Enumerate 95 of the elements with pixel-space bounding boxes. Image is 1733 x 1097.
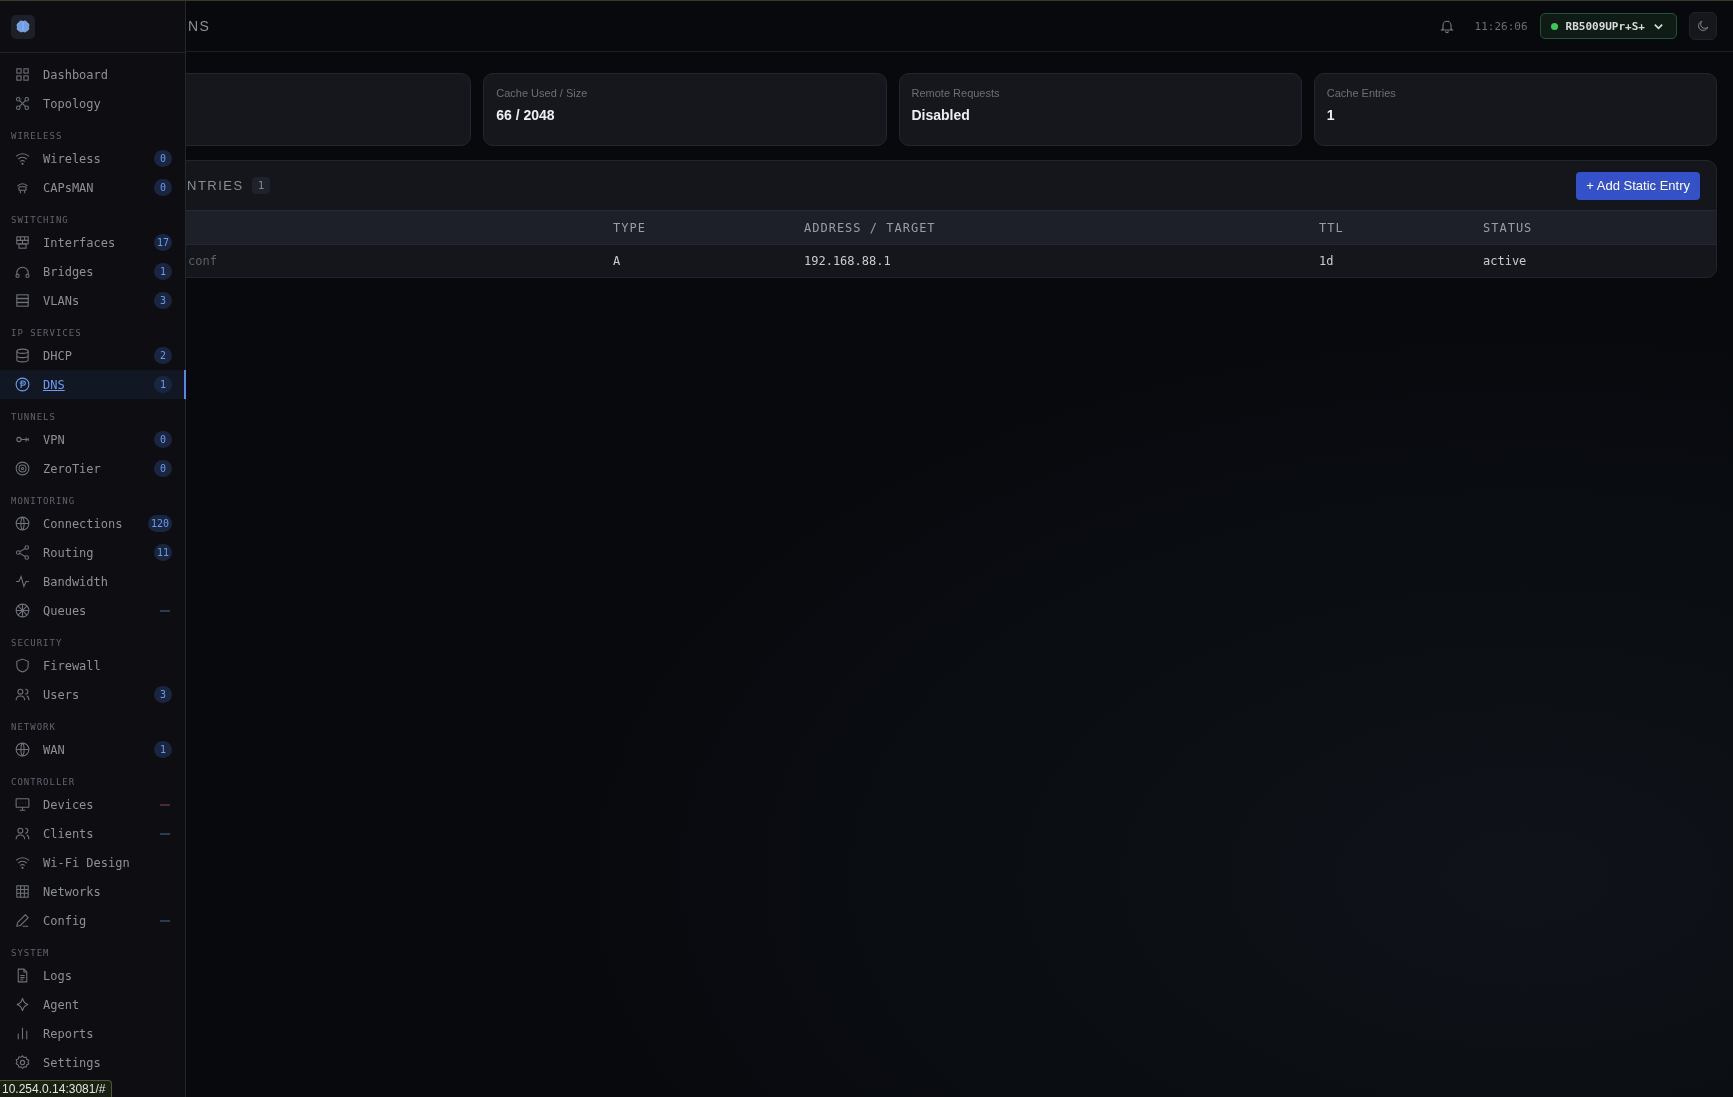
section-label: NETWORK [10,721,57,734]
section-label: SWITCHING [10,214,70,227]
settings-icon [14,1054,31,1071]
nav-item[interactable]: Wi-Fi Design [0,848,185,877]
pen-icon [14,912,31,929]
table-icon [14,883,31,900]
sparkle-icon [14,996,31,1013]
count-badge: 1 [154,376,172,393]
device-selector[interactable]: RB5009UPr+S+ [1539,13,1677,39]
globe-icon [14,741,31,758]
section-label: TUNNELS [10,411,57,424]
section-label: MONITORING [10,495,77,508]
table-cell-text: conf [187,254,218,268]
table-cell-text: 1d [1319,254,1335,268]
pulse-icon [14,573,31,590]
section-label: CONTROLLER [10,776,77,789]
nav-item[interactable]: Queues [0,596,185,625]
count-badge: 0 [154,431,172,448]
count-badge: 17 [153,234,172,251]
nav-item[interactable]: Clients [0,819,185,848]
nav-item[interactable]: DHCP 2 [0,341,185,370]
section-label: WIRELESS [10,130,64,143]
moon-icon [1696,19,1710,33]
count-badge: 1 [251,177,271,194]
nodes-icon [14,95,31,112]
nav-item[interactable]: Bandwidth [0,567,185,596]
count-badge: 0 [154,150,172,167]
count-badge: 1 [154,741,172,758]
grid-icon [14,66,31,83]
monitor-icon [14,796,31,813]
link-preview: 10.254.0.14:3081/# [0,1080,113,1097]
nav-item[interactable]: CAPsMAN 0 [0,173,185,202]
nav-item[interactable]: ZeroTier 0 [0,454,185,483]
target-icon [14,460,31,477]
panel-title: NTRIES [187,178,244,193]
section-label: SYSTEM [10,947,51,960]
section-label: SECURITY [10,637,64,650]
section-label: IP SERVICES [10,327,83,340]
nav-item[interactable]: Topology [0,89,185,118]
share-icon [14,544,31,561]
stat-value: Disabled [911,107,971,123]
nav-item[interactable]: Reports [0,1019,185,1048]
add-entry-button[interactable]: + Add Static Entry [1576,171,1700,200]
wifi-icon [14,150,31,167]
theme-toggle[interactable] [1689,12,1717,40]
nav-item[interactable]: Logs [0,961,185,990]
nav-item[interactable]: VLANs 3 [0,286,185,315]
wifi-icon [14,854,31,871]
stat-label: Cache Used / Size [496,87,589,99]
count-badge: 2 [154,347,172,364]
ports-icon [14,234,31,251]
users-icon [14,686,31,703]
nav-item[interactable]: Routing 11 [0,538,185,567]
nav-item[interactable]: Wireless 0 [0,144,185,173]
nav-item[interactable]: Devices [0,790,185,819]
shield-icon [14,657,31,674]
nav-item[interactable]: Interfaces 17 [0,228,185,257]
column-header: TYPE [613,220,647,235]
users-icon [14,825,31,842]
count-badge: 1 [154,263,172,280]
nav-item[interactable]: Agent [0,990,185,1019]
table-cell-text: active [1483,254,1528,268]
nav-item[interactable]: VPN 0 [0,425,185,454]
nav-item[interactable]: Config [0,906,185,935]
stat-value: 66 / 2048 [496,107,556,123]
nav-item[interactable]: Firewall [0,651,185,680]
nav-item[interactable]: Settings [0,1048,185,1077]
count-badge: 120 [147,515,172,532]
table-cell-text: A [613,254,622,268]
count-badge: 11 [153,544,172,561]
table-cell-text: 192.168.88.1 [804,254,892,268]
nav-item[interactable]: Connections 120 [0,509,185,538]
count-badge: 3 [154,292,172,309]
stat-label: Remote Requests [911,87,1001,99]
column-header: STATUS [1483,220,1534,235]
globe-icon [14,515,31,532]
nav-item[interactable]: DNS 1 [0,370,185,399]
stat-label: Cache Entries [1326,87,1397,99]
wheel-icon [14,602,31,619]
nav-item[interactable]: Dashboard [0,60,185,89]
page-title: NS [188,18,212,34]
count-badge: 3 [154,686,172,703]
nav-item[interactable]: Users 3 [0,680,185,709]
clock-time: 11:26:06 [1474,19,1528,33]
column-header: ADDRESS / TARGET [804,220,937,235]
count-badge: 0 [154,460,172,477]
bell-icon[interactable] [1438,18,1455,34]
stat-value: 1 [1326,107,1336,123]
nav-item[interactable]: Networks [0,877,185,906]
nav-item[interactable]: Bridges 1 [0,257,185,286]
nav-item[interactable]: WAN 1 [0,735,185,764]
count-badge: 0 [154,179,172,196]
database-icon [14,347,31,364]
server-icon [14,292,31,309]
column-header: TTL [1319,220,1345,235]
